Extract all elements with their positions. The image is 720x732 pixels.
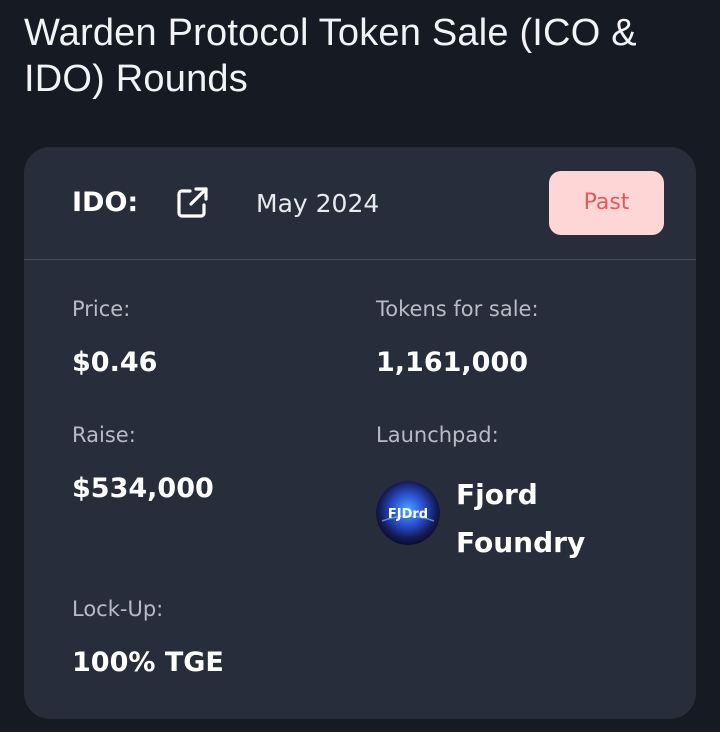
raise-label: Raise: — [72, 423, 136, 447]
price-value: $0.46 — [72, 347, 158, 378]
tokens-for-sale-value: 1,161,000 — [376, 347, 529, 378]
launchpad-value: Fjord Foundry — [456, 478, 586, 559]
external-link-icon[interactable] — [174, 185, 210, 221]
round-card-header: IDO: May 2024 Past — [24, 147, 696, 260]
fjord-logo-text: FJDrd — [388, 507, 428, 522]
status-badge: Past — [549, 171, 664, 235]
lockup-value: 100% TGE — [72, 647, 224, 678]
token-sale-round-card: IDO: May 2024 Past Price: $0.46 Tokens f… — [24, 147, 696, 719]
price-label: Price: — [72, 297, 131, 321]
round-date: May 2024 — [256, 189, 380, 218]
lockup-label: Lock-Up: — [72, 597, 164, 621]
fjord-foundry-logo: FJDrd — [376, 481, 440, 545]
page-title: Warden Protocol Token Sale (ICO & IDO) R… — [24, 12, 637, 100]
tokens-for-sale-label: Tokens for sale: — [376, 297, 539, 321]
round-type-label: IDO: — [72, 187, 139, 218]
launchpad-label: Launchpad: — [376, 423, 499, 447]
raise-value: $534,000 — [72, 473, 214, 504]
